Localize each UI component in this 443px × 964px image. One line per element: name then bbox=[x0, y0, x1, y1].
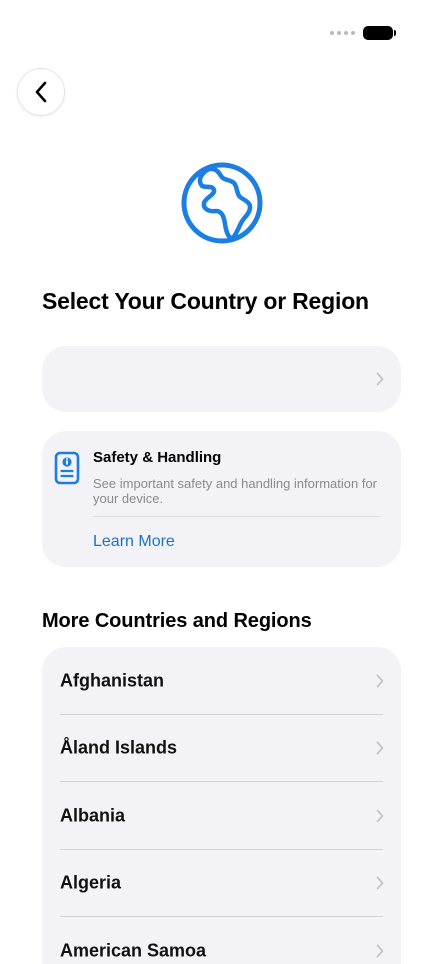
more-countries-heading: More Countries and Regions bbox=[42, 610, 312, 632]
chevron-right-icon bbox=[376, 741, 384, 755]
list-item[interactable]: Åland Islands bbox=[42, 715, 401, 783]
country-name: Afghanistan bbox=[60, 670, 165, 691]
chevron-right-icon bbox=[376, 372, 384, 386]
safety-handling-card: Safety & Handling See important safety a… bbox=[42, 431, 401, 567]
learn-more-link[interactable]: Learn More bbox=[93, 533, 175, 551]
back-button[interactable] bbox=[17, 68, 65, 116]
globe-icon bbox=[181, 162, 263, 244]
chevron-right-icon bbox=[376, 876, 384, 890]
country-name: Algeria bbox=[60, 872, 122, 893]
battery-icon bbox=[363, 26, 396, 40]
safety-description: See important safety and handling inform… bbox=[93, 476, 378, 506]
safety-title: Safety & Handling bbox=[93, 449, 222, 466]
document-info-icon bbox=[54, 451, 80, 485]
country-name: American Samoa bbox=[60, 940, 207, 961]
chevron-right-icon bbox=[376, 944, 384, 958]
country-selection-screen: Select Your Country or Region Safety & H… bbox=[0, 0, 443, 964]
list-item[interactable]: Algeria bbox=[42, 850, 401, 918]
country-name: Åland Islands bbox=[60, 737, 178, 758]
list-item[interactable]: Albania bbox=[42, 782, 401, 850]
chevron-right-icon bbox=[376, 809, 384, 823]
page-title: Select Your Country or Region bbox=[42, 288, 369, 314]
list-item[interactable]: Afghanistan bbox=[42, 647, 401, 715]
status-bar bbox=[330, 26, 396, 40]
signal-dots-icon bbox=[330, 31, 355, 35]
chevron-left-icon bbox=[35, 81, 47, 103]
list-item[interactable]: American Samoa bbox=[42, 917, 401, 964]
country-list: Afghanistan Åland Islands Albania Algeri… bbox=[42, 647, 401, 964]
chevron-right-icon bbox=[376, 674, 384, 688]
country-name: Albania bbox=[60, 805, 126, 826]
divider bbox=[93, 516, 381, 517]
suggested-country-row[interactable] bbox=[42, 346, 401, 412]
